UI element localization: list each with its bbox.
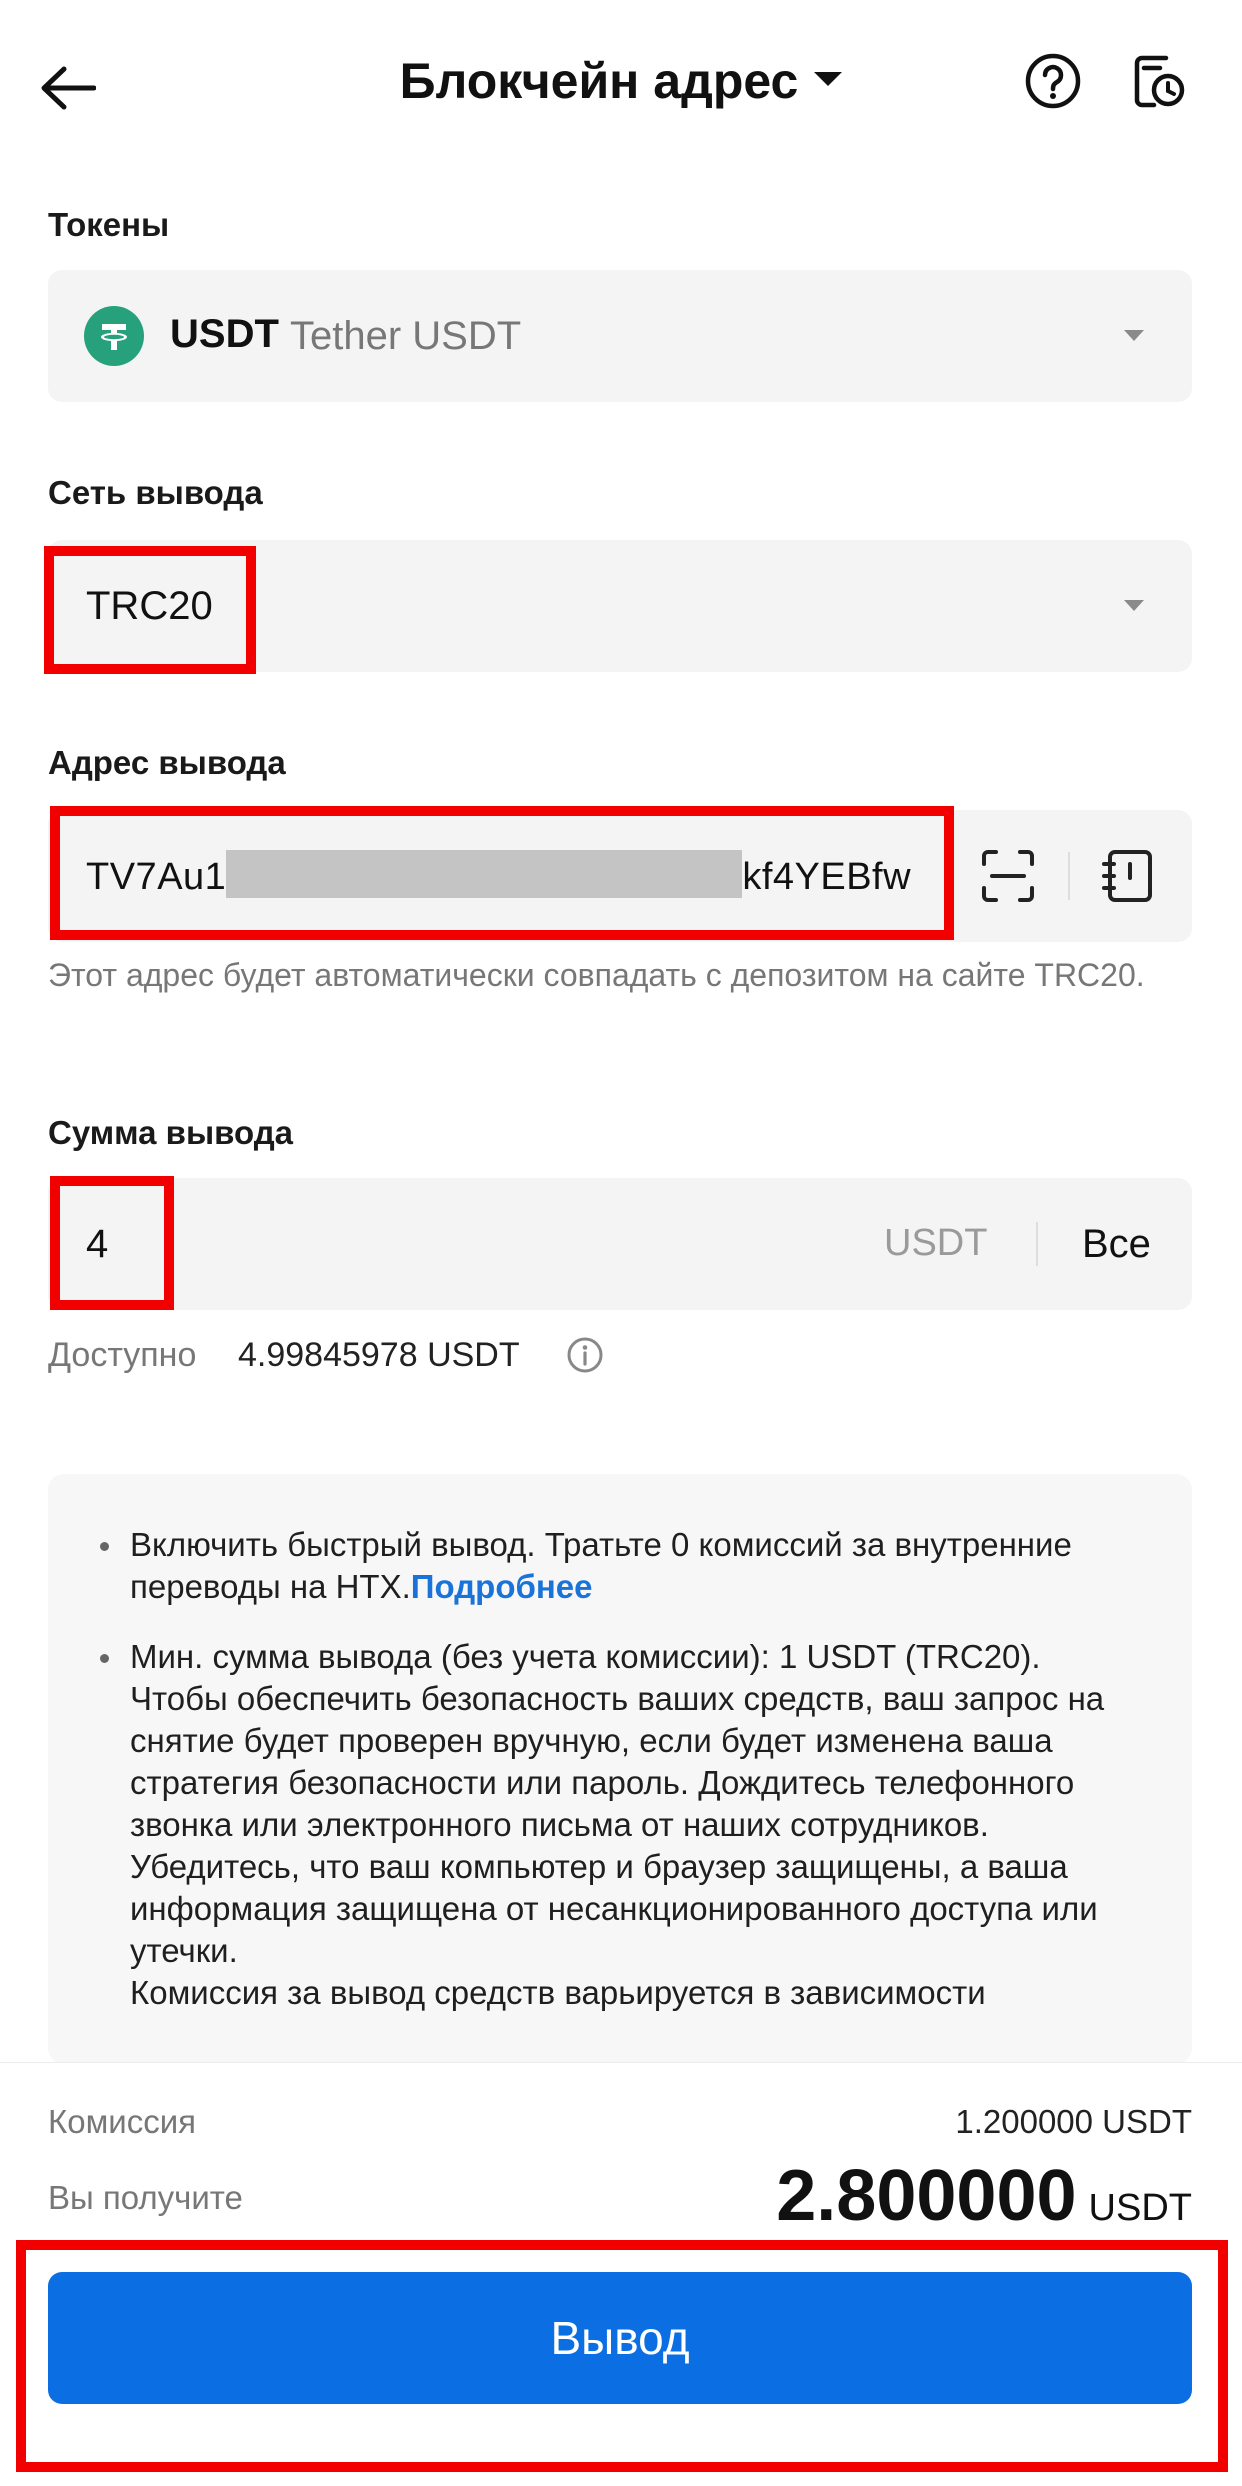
- highlight-box-network: [44, 546, 256, 674]
- history-button[interactable]: [1130, 52, 1200, 122]
- receive-value: 2.800000: [776, 2156, 1077, 2236]
- notice-list: Включить быстрый вывод. Тратьте 0 комисс…: [96, 1524, 1166, 2042]
- info-circle-icon: [567, 1337, 603, 1373]
- network-label: Сеть вывода: [48, 474, 263, 511]
- address-book-button[interactable]: [1100, 846, 1160, 906]
- field-divider: [1068, 852, 1070, 900]
- token-name: Tether USDT: [290, 314, 522, 358]
- page-title: Блокчейн адрес: [399, 53, 799, 109]
- field-divider: [1036, 1222, 1038, 1266]
- notice-item: Мин. сумма вывода (без учета комиссии): …: [96, 1636, 1166, 2014]
- amount-unit: USDT: [884, 1222, 988, 1264]
- address-hint: Этот адрес будет автоматически совпадать…: [48, 957, 1145, 993]
- notice-text: Чтобы обеспечить безопасность ваших сред…: [130, 1680, 1105, 1843]
- history-clock-icon: [1134, 55, 1185, 108]
- help-button[interactable]: [1024, 52, 1094, 122]
- available-value: 4.99845978 USDT: [238, 1336, 520, 1374]
- tether-icon: [84, 306, 144, 366]
- fee-value: 1.200000 USDT: [955, 2103, 1192, 2140]
- address-book-icon: [1102, 850, 1152, 902]
- notice-text: Мин. сумма вывода (без учета комиссии): …: [130, 1638, 1041, 1675]
- scan-button[interactable]: [978, 846, 1038, 906]
- token-selector[interactable]: USDT Tether USDT: [48, 270, 1192, 402]
- highlight-box-amount: [50, 1176, 174, 1310]
- more-link[interactable]: Подробнее: [411, 1568, 593, 1605]
- token-symbol: USDT: [170, 312, 279, 356]
- available-label: Доступно: [48, 1336, 197, 1374]
- notice-text: Убедитесь, что ваш компьютер и браузер з…: [130, 1848, 1098, 1969]
- dropdown-arrow-icon: [1124, 600, 1144, 611]
- notice-panel: Включить быстрый вывод. Тратьте 0 комисс…: [48, 1474, 1192, 2064]
- all-button[interactable]: Все: [1082, 1222, 1151, 1267]
- question-circle-icon: [1025, 53, 1081, 109]
- receive-label: Вы получите: [48, 2179, 243, 2216]
- notice-item: Включить быстрый вывод. Тратьте 0 комисс…: [96, 1524, 1166, 1608]
- highlight-box-address: [50, 806, 954, 940]
- notice-text: Комиссия за вывод средств варьируется в …: [130, 1974, 986, 2011]
- dropdown-arrow-icon: [1124, 330, 1144, 341]
- amount-field[interactable]: 4 USDT Все: [48, 1178, 1192, 1310]
- receive-amount: 2.800000 USDT: [776, 2155, 1192, 2237]
- notice-text: Включить быстрый вывод. Тратьте 0 комисс…: [130, 1526, 1072, 1605]
- info-button[interactable]: [566, 1336, 604, 1374]
- amount-label: Сумма вывода: [48, 1114, 294, 1151]
- highlight-box-submit: [16, 2240, 1228, 2472]
- scan-icon: [982, 850, 1034, 902]
- address-label: Адрес вывода: [48, 744, 286, 781]
- header-bar: Блокчейн адрес: [0, 0, 1242, 170]
- token-label: Токены: [48, 206, 170, 243]
- receive-unit: USDT: [1088, 2187, 1192, 2229]
- fee-label: Комиссия: [48, 2103, 197, 2140]
- caret-down-icon: [814, 71, 843, 86]
